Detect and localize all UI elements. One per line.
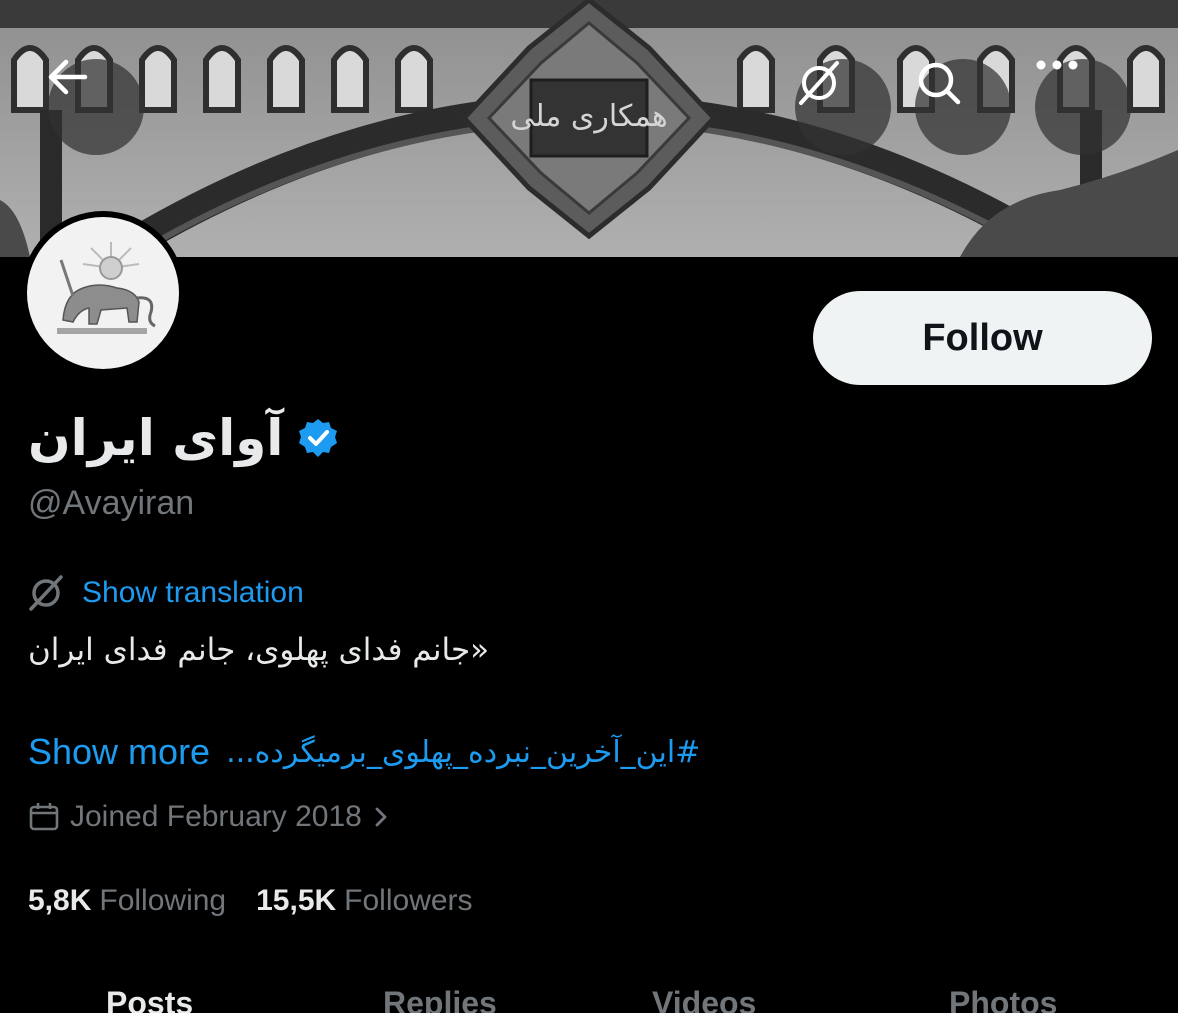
following-count: 5,8K [28, 884, 92, 917]
bio-more-row: Show more #این_آخرین_نبرده_پهلوی_برمیگرد… [28, 726, 700, 778]
translate-button[interactable] [795, 59, 891, 155]
avatar[interactable] [27, 217, 179, 369]
search-button[interactable] [915, 59, 1011, 155]
show-more-link[interactable]: Show more [28, 731, 210, 773]
more-options-button[interactable] [1035, 59, 1131, 155]
more-horizontal-icon [1036, 60, 1078, 70]
joined-label: Joined February 2018 [70, 800, 362, 833]
translate-icon [29, 575, 63, 611]
following-stat[interactable]: 5,8K Following [28, 884, 226, 918]
verified-badge-icon[interactable] [297, 417, 339, 459]
back-button[interactable] [48, 59, 144, 155]
arrow-left-icon [48, 59, 88, 95]
show-translation-label[interactable]: Show translation [82, 576, 304, 610]
follow-stats: 5,8K Following 15,5K Followers [28, 880, 503, 922]
joined-date[interactable]: Joined February 2018 [28, 796, 390, 838]
calendar-icon [29, 803, 59, 831]
followers-stat[interactable]: 15,5K Followers [256, 884, 472, 918]
profile-handle: @Avayiran [28, 484, 195, 522]
tab-photos[interactable]: Photos [949, 985, 1057, 1013]
bio-hashtag[interactable]: #این_آخرین_نبرده_پهلوی_برمیگرده... [226, 735, 700, 770]
profile-page: همکاری ملی Follow آوای ایران @Avayiran S… [0, 0, 1178, 1013]
profile-banner[interactable]: همکاری ملی [0, 0, 1178, 257]
translate-icon [799, 61, 839, 105]
following-label: Following [99, 884, 227, 917]
banner-emblem-text: همکاری ملی [510, 99, 667, 134]
tab-replies[interactable]: Replies [383, 985, 497, 1013]
tab-posts[interactable]: Posts [106, 985, 193, 1013]
followers-label: Followers [344, 884, 473, 917]
avatar-border [21, 211, 185, 375]
followers-count: 15,5K [256, 884, 337, 917]
show-translation-link[interactable]: Show translation [26, 571, 304, 615]
profile-tabs: Posts Replies Videos Photos [0, 975, 1178, 1013]
chevron-right-icon [375, 807, 387, 827]
follow-button[interactable]: Follow [813, 291, 1152, 385]
display-name: آوای ایران [28, 409, 284, 467]
lion-and-sun-emblem [57, 242, 156, 334]
search-icon [918, 62, 961, 105]
display-name-row: آوای ایران [28, 404, 339, 472]
tab-videos[interactable]: Videos [652, 985, 756, 1013]
profile-bio: «جانم فدای پهلوی، جانم فدای ایران [28, 632, 490, 668]
